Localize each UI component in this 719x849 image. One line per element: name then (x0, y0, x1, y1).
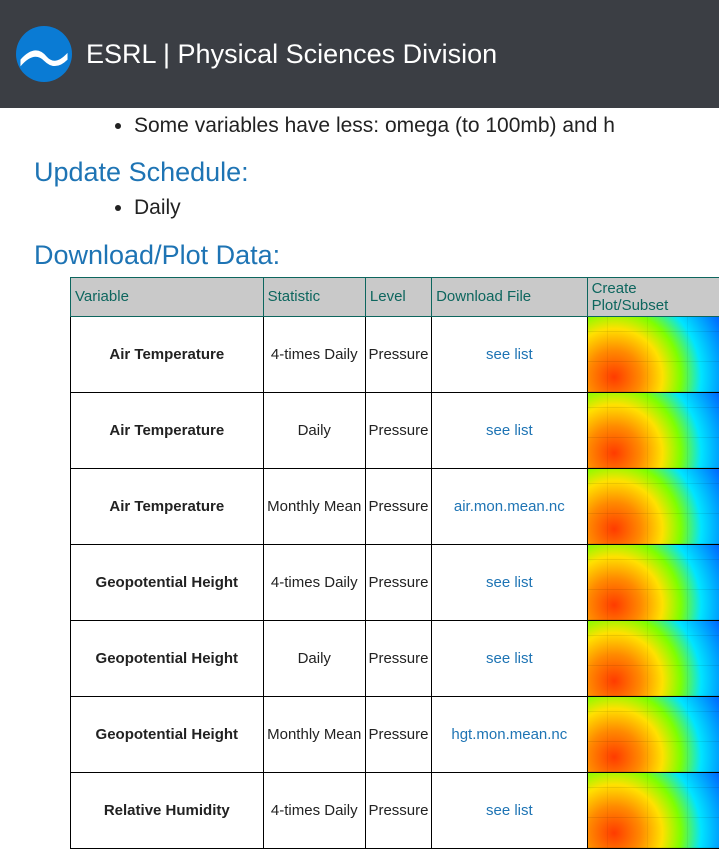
cell-download: hgt.mon.mean.nc (432, 696, 587, 772)
cell-level: Pressure (365, 392, 431, 468)
table-row: Geopotential HeightMonthly MeanPressure h… (71, 696, 719, 772)
cell-variable: Air Temperature (71, 316, 264, 392)
cell-level: Pressure (365, 696, 431, 772)
cell-download: see list (432, 620, 587, 696)
cell-statistic: Monthly Mean (263, 696, 365, 772)
table-header-row: Variable Statistic Level Download File C… (71, 277, 719, 316)
cell-variable: Air Temperature (71, 392, 264, 468)
download-link[interactable]: see list (486, 802, 533, 819)
cell-plot (587, 620, 719, 696)
page-header: ESRL | Physical Sciences Division (0, 0, 719, 108)
download-link[interactable]: air.mon.mean.nc (454, 498, 565, 515)
col-variable: Variable (71, 277, 264, 316)
table-row: Air TemperatureMonthly MeanPressure air.m… (71, 468, 719, 544)
section-title-update-schedule: Update Schedule: (34, 157, 685, 188)
partial-bullet-list: Some variables have less: omega (to 100m… (34, 112, 685, 139)
cell-variable: Geopotential Height (71, 544, 264, 620)
download-link[interactable]: see list (486, 574, 533, 591)
cell-statistic: 4-times Daily (263, 772, 365, 848)
download-link[interactable]: see list (486, 422, 533, 439)
cell-download: see list (432, 544, 587, 620)
contour-map-icon (588, 393, 719, 468)
cell-plot (587, 772, 719, 848)
cell-plot (587, 392, 719, 468)
cell-variable: Air Temperature (71, 468, 264, 544)
data-table: Variable Statistic Level Download File C… (70, 277, 719, 849)
contour-map-icon (588, 697, 719, 772)
page-content: Some variables have less: omega (to 100m… (0, 112, 719, 849)
header-title: ESRL | Physical Sciences Division (86, 39, 497, 70)
section-title-download-plot: Download/Plot Data: (34, 240, 685, 271)
contour-map-icon (588, 773, 719, 848)
download-link[interactable]: hgt.mon.mean.nc (451, 726, 567, 743)
cell-plot (587, 696, 719, 772)
cell-variable: Relative Humidity (71, 772, 264, 848)
cell-download: see list (432, 772, 587, 848)
partial-bullet-item: Some variables have less: omega (to 100m… (134, 112, 685, 139)
plot-thumbnail-link[interactable] (588, 697, 719, 772)
update-schedule-list: Daily (34, 194, 685, 221)
cell-statistic: Daily (263, 392, 365, 468)
cell-download: air.mon.mean.nc (432, 468, 587, 544)
update-schedule-item: Daily (134, 194, 685, 221)
download-link[interactable]: see list (486, 650, 533, 667)
cell-level: Pressure (365, 544, 431, 620)
cell-statistic: Monthly Mean (263, 468, 365, 544)
cell-statistic: Daily (263, 620, 365, 696)
cell-download: see list (432, 316, 587, 392)
cell-level: Pressure (365, 620, 431, 696)
noaa-logo (16, 26, 72, 82)
cell-variable: Geopotential Height (71, 620, 264, 696)
table-row: Air Temperature4-times DailyPressure see … (71, 316, 719, 392)
cell-statistic: 4-times Daily (263, 544, 365, 620)
table-row: Air TemperatureDailyPressure see list (71, 392, 719, 468)
plot-thumbnail-link[interactable] (588, 773, 719, 848)
download-link[interactable]: see list (486, 346, 533, 363)
plot-thumbnail-link[interactable] (588, 545, 719, 620)
cell-plot (587, 468, 719, 544)
cell-plot (587, 544, 719, 620)
plot-thumbnail-link[interactable] (588, 393, 719, 468)
plot-thumbnail-link[interactable] (588, 469, 719, 544)
table-row: Geopotential HeightDailyPressure see list (71, 620, 719, 696)
plot-thumbnail-link[interactable] (588, 621, 719, 696)
cell-level: Pressure (365, 468, 431, 544)
contour-map-icon (588, 621, 719, 696)
col-plot: Create Plot/Subset (587, 277, 719, 316)
cell-variable: Geopotential Height (71, 696, 264, 772)
table-row: Relative Humidity4-times DailyPressure se… (71, 772, 719, 848)
cell-plot (587, 316, 719, 392)
plot-thumbnail-link[interactable] (588, 317, 719, 392)
cell-download: see list (432, 392, 587, 468)
cell-level: Pressure (365, 316, 431, 392)
col-level: Level (365, 277, 431, 316)
cell-statistic: 4-times Daily (263, 316, 365, 392)
contour-map-icon (588, 545, 719, 620)
contour-map-icon (588, 317, 719, 392)
table-row: Geopotential Height4-times DailyPressure… (71, 544, 719, 620)
contour-map-icon (588, 469, 719, 544)
cell-level: Pressure (365, 772, 431, 848)
col-statistic: Statistic (263, 277, 365, 316)
col-download: Download File (432, 277, 587, 316)
